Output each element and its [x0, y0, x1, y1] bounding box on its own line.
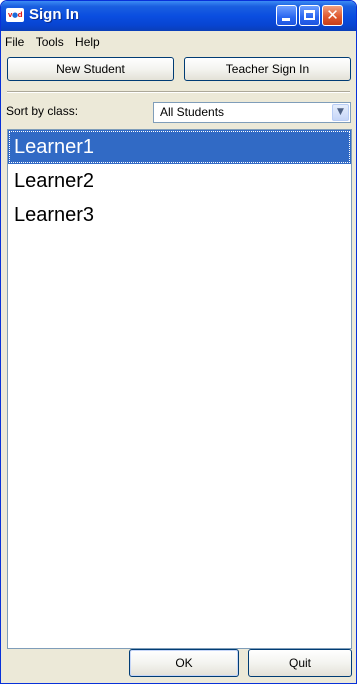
minimize-button[interactable]: [276, 5, 297, 26]
menu-help[interactable]: Help: [75, 35, 100, 49]
ok-button[interactable]: OK: [129, 649, 239, 677]
quit-button[interactable]: Quit: [248, 649, 352, 677]
new-student-button[interactable]: New Student: [7, 57, 174, 81]
student-list-item[interactable]: Learner1: [8, 130, 351, 164]
app-logo-icon: v●d: [6, 8, 24, 22]
title-bar[interactable]: v●d Sign In ✕: [1, 1, 356, 31]
sort-by-class-label: Sort by class:: [6, 104, 79, 118]
student-list-item[interactable]: Learner3: [8, 198, 351, 232]
close-icon: ✕: [326, 6, 339, 24]
window-title: Sign In: [29, 6, 79, 23]
sign-in-window: v●d Sign In ✕ File Tools Help New Studen…: [0, 0, 357, 684]
close-button[interactable]: ✕: [322, 5, 343, 26]
maximize-button[interactable]: [299, 5, 320, 26]
menu-tools[interactable]: Tools: [36, 35, 64, 49]
minimize-icon: [282, 18, 290, 21]
class-select-value: All Students: [160, 105, 225, 119]
student-list-item[interactable]: Learner2: [8, 164, 351, 198]
separator: [7, 91, 350, 93]
chevron-down-icon[interactable]: ▼: [332, 104, 349, 121]
class-select[interactable]: All Students ▼: [153, 102, 351, 123]
teacher-sign-in-button[interactable]: Teacher Sign In: [184, 57, 351, 81]
menu-file[interactable]: File: [5, 35, 24, 49]
maximize-icon: [304, 10, 315, 20]
student-list[interactable]: Learner1 Learner2 Learner3: [7, 129, 352, 649]
menu-bar: File Tools Help: [5, 35, 108, 53]
